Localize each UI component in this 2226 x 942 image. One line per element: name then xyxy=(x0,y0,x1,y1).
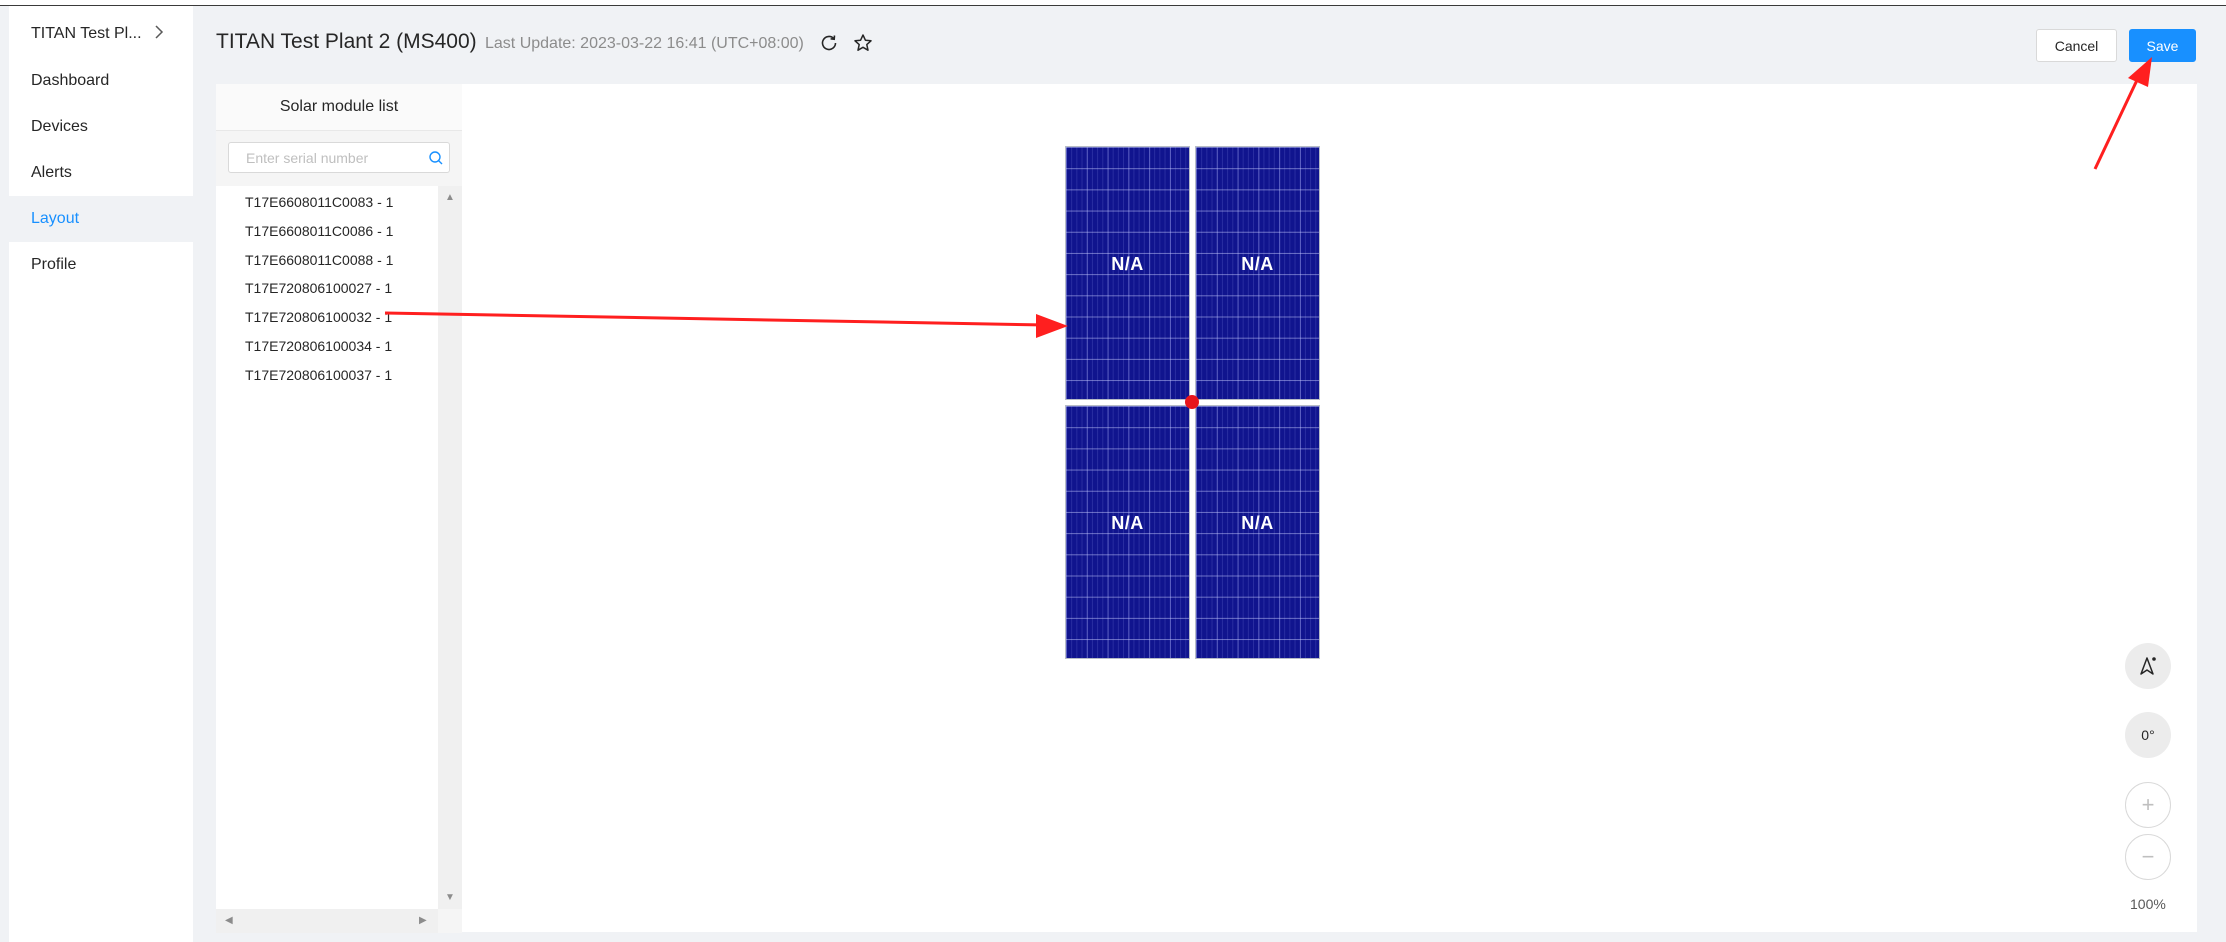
annotation-arrowhead xyxy=(1036,314,1068,338)
annotation-arrowhead xyxy=(2128,57,2152,87)
zoom-level: 100% xyxy=(2130,896,2166,912)
zoom-in-button[interactable]: + xyxy=(2125,782,2171,828)
zoom-out-button[interactable]: − xyxy=(2125,834,2171,880)
annotation-arrows xyxy=(384,57,2152,338)
compass-icon xyxy=(2140,657,2156,675)
annotation-arrow-to-save xyxy=(2093,77,2140,170)
minus-icon: − xyxy=(2141,844,2155,869)
compass-reset-button[interactable] xyxy=(2125,643,2171,689)
rotation-button[interactable]: 0° xyxy=(2125,712,2171,758)
rotation-value: 0° xyxy=(2141,727,2155,743)
annotation-arrow-to-module xyxy=(384,311,1047,327)
plus-icon: + xyxy=(2141,792,2155,817)
